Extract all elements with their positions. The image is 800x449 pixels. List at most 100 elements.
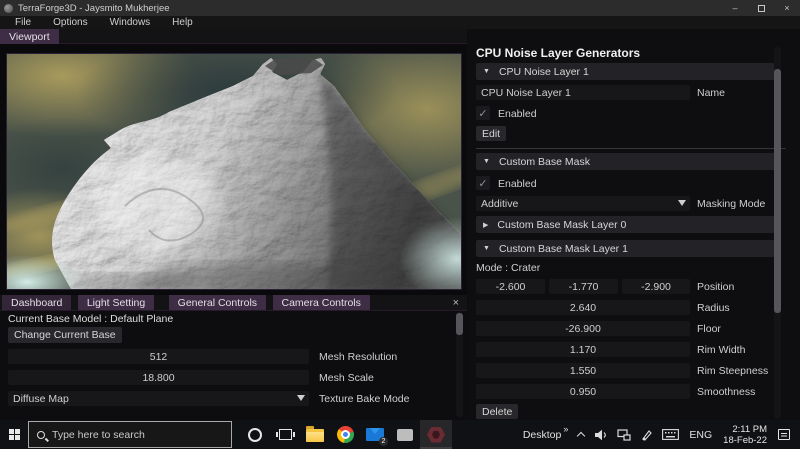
floor-input[interactable] [476, 321, 690, 336]
tab-camera-controls[interactable]: Camera Controls [272, 295, 370, 310]
enabled-checkbox-base-mask[interactable]: ✓ [476, 176, 490, 190]
language-indicator[interactable]: ENG [684, 420, 717, 449]
search-icon [37, 430, 45, 439]
collapsible-label: Custom Base Mask Layer 0 [497, 218, 627, 231]
volume-button[interactable] [589, 420, 612, 449]
menu-help[interactable]: Help [161, 17, 204, 28]
edit-button[interactable]: Edit [476, 126, 507, 141]
tab-light-setting[interactable]: Light Setting [77, 295, 155, 310]
dashboard-scrollbar[interactable] [456, 312, 463, 417]
collapsible-base-mask-layer-0[interactable]: ▶ Custom Base Mask Layer 0 [476, 216, 778, 233]
floor-label: Floor [697, 323, 721, 335]
cortana-icon [248, 427, 262, 442]
desktop-toolbar[interactable]: Desktop » [518, 420, 574, 449]
action-center-icon [778, 429, 790, 440]
minimize-button[interactable]: – [722, 0, 748, 16]
scrollbar-thumb[interactable] [456, 313, 463, 335]
radius-input[interactable] [476, 300, 690, 315]
mesh-scale-input[interactable] [8, 370, 309, 385]
chrome-icon [336, 426, 354, 443]
dashboard-tab-bar: Dashboard Light Setting General Controls… [0, 295, 467, 311]
desktop-label: Desktop [522, 428, 562, 441]
maximize-button[interactable] [748, 0, 774, 16]
mode-text: Mode : Crater [476, 262, 541, 274]
clock[interactable]: 2:11 PM 18-Feb-22 [717, 424, 773, 446]
masking-mode-label: Masking Mode [697, 198, 766, 210]
tab-general-controls[interactable]: General Controls [168, 295, 267, 310]
panel-title: CPU Noise Layer Generators [476, 46, 641, 60]
radius-label: Radius [697, 302, 730, 314]
system-tray: Desktop » ENG 2:11 PM 18-Feb-22 [518, 420, 800, 449]
mesh-scale-label: Mesh Scale [319, 372, 374, 384]
position-z-input[interactable] [622, 279, 690, 294]
menu-options[interactable]: Options [42, 17, 98, 28]
viewport-canvas[interactable] [6, 53, 462, 290]
action-center-button[interactable] [773, 420, 800, 449]
screen: TerraForge3D - Jaysmito Mukherjee – × Fi… [0, 0, 800, 449]
chat-app-button[interactable] [390, 420, 420, 449]
right-panel-scrollbar[interactable] [774, 47, 781, 419]
network-button[interactable] [612, 420, 636, 449]
title-bar: TerraForge3D - Jaysmito Mukherjee – × [0, 0, 800, 16]
touch-keyboard-button[interactable] [657, 420, 684, 449]
collapsible-cpu-noise-layer-1[interactable]: ▼ CPU Noise Layer 1 [476, 63, 778, 80]
rim-width-input[interactable] [476, 342, 690, 357]
dashboard-panel: Dashboard Light Setting General Controls… [0, 295, 467, 420]
close-button[interactable]: × [774, 0, 800, 16]
chrome-button[interactable] [330, 420, 360, 449]
collapsible-custom-base-mask[interactable]: ▼ Custom Base Mask [476, 153, 778, 170]
position-x-input[interactable] [476, 279, 545, 294]
viewport-panel [0, 44, 467, 295]
menu-file[interactable]: File [4, 17, 42, 28]
menu-windows[interactable]: Windows [99, 17, 162, 28]
overflow-icon: » [563, 423, 569, 434]
search-input[interactable] [52, 428, 212, 441]
mail-button[interactable]: 2 [360, 420, 390, 449]
scrollbar-thumb[interactable] [774, 69, 781, 313]
taskbar: 2 Desktop » [0, 420, 800, 449]
date-label: 18-Feb-22 [723, 434, 767, 446]
collapsible-label: Custom Base Mask [498, 155, 590, 168]
cortana-button[interactable] [240, 420, 270, 449]
enabled-checkbox-noise-layer[interactable]: ✓ [476, 106, 490, 120]
mesh-generators-panel: CPU Noise Layer Generators ▼ CPU Noise L… [468, 29, 800, 420]
mesh-resolution-input[interactable] [8, 349, 309, 364]
task-view-button[interactable] [270, 420, 300, 449]
terraforge-taskbar-button[interactable] [420, 420, 452, 449]
start-button[interactable] [0, 420, 28, 449]
folder-icon [306, 426, 324, 442]
texture-bake-mode-label: Texture Bake Mode [319, 393, 410, 405]
position-y-input[interactable] [549, 279, 618, 294]
collapsible-label: Custom Base Mask Layer 1 [498, 242, 628, 255]
mesh-resolution-label: Mesh Resolution [319, 351, 398, 363]
dropdown-value: Additive [481, 197, 519, 210]
texture-bake-mode-dropdown[interactable]: Diffuse Map [8, 391, 309, 406]
collapsible-base-mask-layer-1[interactable]: ▼ Custom Base Mask Layer 1 [476, 240, 778, 257]
tab-dashboard[interactable]: Dashboard [2, 295, 72, 310]
chevron-down-icon [678, 200, 686, 206]
masking-mode-dropdown[interactable]: Additive [476, 196, 690, 211]
windows-ink-button[interactable] [636, 420, 657, 449]
terrain-render [7, 54, 461, 289]
smoothness-input[interactable] [476, 384, 690, 399]
smoothness-label: Smoothness [697, 386, 756, 398]
chevron-up-icon [577, 431, 586, 441]
rim-steepness-label: Rim Steepness [697, 365, 769, 377]
tab-viewport[interactable]: Viewport [0, 29, 59, 44]
rim-steepness-input[interactable] [476, 363, 690, 378]
dashboard-panel-close-icon[interactable]: × [453, 298, 459, 309]
window-title: TerraForge3D - Jaysmito Mukherjee [18, 2, 170, 14]
dropdown-value: Diffuse Map [13, 392, 69, 405]
chevron-down-icon: ▼ [483, 158, 490, 165]
layer-name-input[interactable] [476, 85, 690, 100]
delete-button[interactable]: Delete [476, 404, 519, 419]
keyboard-icon [662, 429, 680, 440]
chat-icon [397, 428, 413, 441]
viewport-tab-bar: Viewport [0, 29, 467, 44]
show-hidden-icons-button[interactable] [573, 420, 589, 449]
chevron-down-icon: ▼ [483, 68, 490, 75]
rim-width-label: Rim Width [697, 344, 746, 356]
file-explorer-button[interactable] [300, 420, 330, 449]
change-current-base-button[interactable]: Change Current Base [8, 327, 122, 343]
taskbar-search[interactable] [28, 421, 232, 448]
